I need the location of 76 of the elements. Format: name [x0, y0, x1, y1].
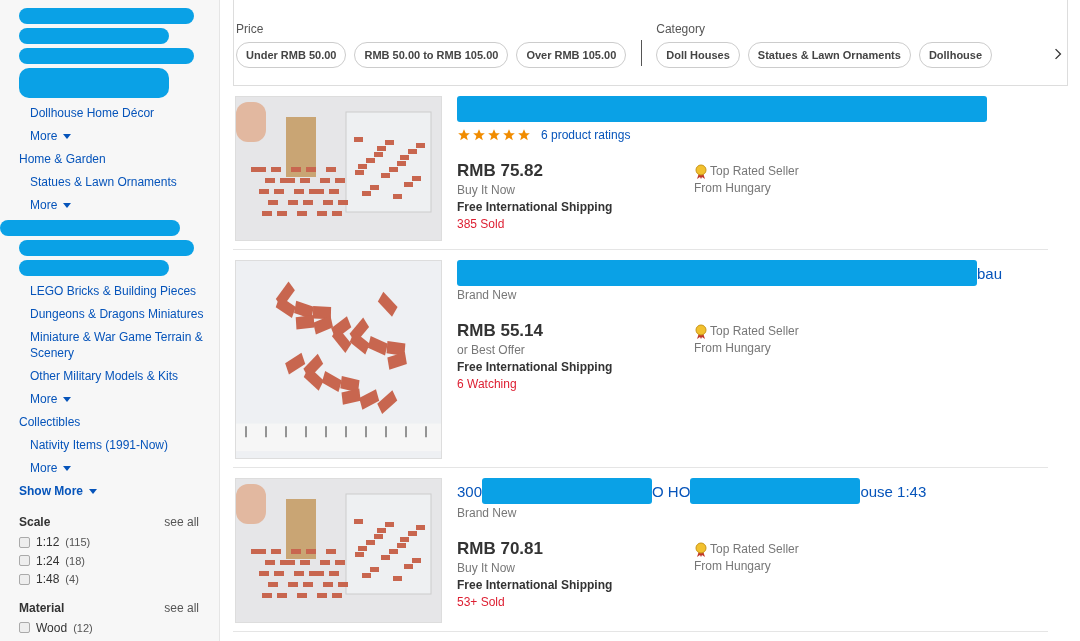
more-link[interactable]: More	[19, 388, 72, 411]
listing-title-fragment[interactable]: ouse 1:43	[860, 482, 927, 500]
checkbox[interactable]	[19, 536, 30, 548]
medal-icon	[694, 163, 708, 180]
option-label: Wood	[36, 620, 68, 635]
option-count: (115)	[65, 536, 91, 549]
more-link[interactable]: More	[19, 194, 72, 217]
medal-icon	[694, 323, 708, 340]
more-link[interactable]: More	[19, 457, 72, 480]
caret-icon	[89, 488, 97, 494]
listing-title-fragment[interactable]: bau	[977, 264, 1003, 282]
item-activity: 385 Sold	[457, 216, 506, 233]
more-link[interactable]: More	[19, 125, 72, 148]
see-all-link[interactable]: see all	[164, 515, 199, 529]
item-location: From Hungary	[694, 558, 772, 575]
seller-label: Top Rated Seller	[710, 163, 799, 180]
medal-icon	[694, 541, 708, 558]
see-all-link[interactable]: see all	[164, 600, 199, 615]
item-location: From Hungary	[694, 180, 772, 197]
option-count: (18)	[65, 554, 85, 567]
ratings-link[interactable]: 6 product ratings	[541, 128, 631, 142]
filter-chip[interactable]: Under RMB 50.00	[236, 42, 347, 68]
option-label: 1:12	[36, 535, 60, 550]
item-condition: Brand New	[457, 506, 518, 520]
caret-icon	[63, 465, 72, 471]
option-count: (12)	[73, 621, 93, 634]
checkbox[interactable]	[19, 622, 30, 634]
subcategory-link[interactable]: LEGO Bricks & Building Pieces	[19, 280, 219, 303]
item-condition: Brand New	[457, 288, 518, 302]
listing-title-fragment[interactable]: 300	[457, 482, 483, 500]
checkbox[interactable]	[19, 555, 30, 567]
shipping-info: Free International Shipping	[457, 199, 614, 216]
category-link[interactable]: Collectibles	[19, 411, 219, 434]
subcategory-link[interactable]: Nativity Items (1991-Now)	[19, 434, 219, 457]
option-count: (4)	[65, 573, 79, 586]
star-icon	[517, 128, 531, 142]
filter-chip[interactable]: Doll Houses	[656, 42, 740, 68]
purchase-format: or Best Offer	[457, 342, 526, 359]
category-link[interactable]: Home & Garden	[19, 148, 219, 171]
star-icon	[502, 128, 516, 142]
caret-icon	[63, 133, 72, 139]
item-price: RMB 55.14	[457, 320, 544, 342]
filter-chip[interactable]: Over RMB 105.00	[516, 42, 627, 68]
item-price: RMB 70.81	[457, 538, 544, 560]
facet-title: Scale	[19, 515, 51, 529]
subcategory-link[interactable]: Statues & Lawn Ornaments	[19, 171, 219, 194]
shipping-info: Free International Shipping	[457, 359, 614, 376]
caret-icon	[63, 396, 72, 402]
star-icon	[457, 128, 471, 142]
subcategory-link[interactable]: Dungeons & Dragons Miniatures	[19, 303, 219, 326]
listing-title-fragment[interactable]: O HO	[652, 482, 691, 500]
item-price: RMB 75.82	[457, 160, 544, 182]
shipping-info: Free International Shipping	[457, 577, 614, 594]
checkbox[interactable]	[19, 573, 30, 585]
option-label: 1:24	[36, 553, 60, 568]
star-icon	[472, 128, 486, 142]
star-icon	[487, 128, 501, 142]
option-label: 1:48	[36, 572, 60, 587]
filter-title: Price	[236, 22, 265, 36]
purchase-format: Buy It Now	[457, 560, 517, 577]
caret-icon	[63, 202, 72, 208]
facet-title: Material	[19, 600, 65, 615]
filter-chip[interactable]: Statues & Lawn Ornaments	[747, 42, 911, 68]
item-activity: 6 Watching	[457, 376, 518, 393]
filter-chip[interactable]: RMB 50.00 to RMB 105.00	[354, 42, 509, 68]
seller-label: Top Rated Seller	[710, 323, 799, 340]
purchase-format: Buy It Now	[457, 182, 517, 199]
item-activity: 53+ Sold	[457, 594, 506, 611]
filter-chip[interactable]: Dollhouse	[918, 42, 993, 68]
subcategory-link[interactable]: Dollhouse Home Décor	[19, 102, 219, 125]
filter-title: Category	[656, 22, 706, 36]
item-location: From Hungary	[694, 340, 772, 357]
subcategory-link[interactable]: Other Military Models & Kits	[19, 365, 219, 388]
subcategory-link[interactable]: Miniature & War Game Terrain & Scenery	[19, 326, 219, 365]
show-more-link[interactable]: Show More	[8, 480, 97, 503]
seller-label: Top Rated Seller	[710, 541, 799, 558]
